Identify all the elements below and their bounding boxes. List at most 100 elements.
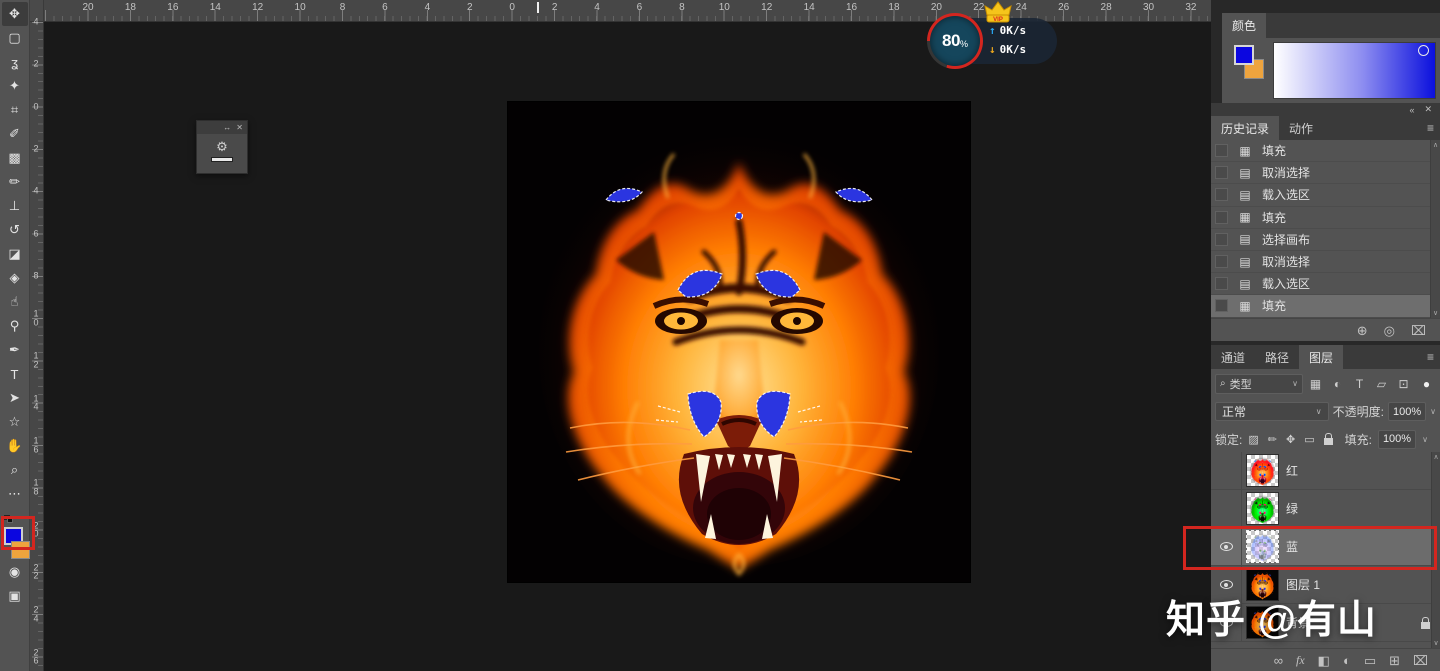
lock-all-icon[interactable] — [1323, 433, 1333, 445]
layer-visibility-toggle[interactable] — [1211, 490, 1242, 527]
scroll-down-icon[interactable]: ∨ — [1433, 639, 1438, 647]
document-canvas[interactable] — [508, 102, 970, 582]
adjustment-layer-icon[interactable]: ◐ — [1343, 654, 1351, 667]
history-state-row[interactable]: ▤ 取消选择 — [1211, 251, 1430, 274]
history-source-checkbox[interactable] — [1215, 188, 1228, 202]
lock-position-icon[interactable]: ✥ — [1286, 433, 1295, 446]
lock-image-pixels-icon[interactable]: ✏ — [1268, 433, 1277, 446]
history-state-row[interactable]: ▤ 选择画布 — [1211, 229, 1430, 251]
lock-transparent-pixels-icon[interactable]: ▨ — [1248, 433, 1258, 446]
path-selection-tool[interactable]: ➤ — [2, 386, 28, 410]
new-document-from-state-icon[interactable]: ⊕ — [1357, 324, 1368, 337]
filter-shape-icon[interactable]: ▱ — [1372, 377, 1391, 391]
marquee-tool[interactable]: ▢ — [2, 26, 28, 50]
crop-tool[interactable]: ⌗ — [2, 98, 28, 122]
history-source-checkbox[interactable] — [1215, 210, 1228, 224]
filter-toggle-icon[interactable]: ● — [1417, 377, 1436, 391]
layer-group-icon[interactable]: ▭ — [1364, 654, 1376, 667]
lock-artboard-icon[interactable]: ▭ — [1304, 433, 1314, 446]
layer-thumbnail[interactable] — [1246, 530, 1279, 563]
layer-name[interactable]: 红 — [1286, 462, 1298, 479]
scroll-up-icon[interactable]: ∧ — [1433, 141, 1438, 149]
vip-crown-icon[interactable]: VIP — [984, 1, 1012, 27]
history-source-checkbox[interactable] — [1215, 232, 1228, 246]
tab-channels[interactable]: 通道 — [1211, 345, 1255, 369]
scroll-up-icon[interactable]: ∧ — [1433, 453, 1438, 461]
layer-effects-icon[interactable]: fx — [1296, 654, 1305, 666]
delete-layer-icon[interactable]: ⌧ — [1413, 654, 1428, 667]
gradient-tool[interactable]: ◈ — [2, 266, 28, 290]
color-picker-ring[interactable] — [1418, 45, 1429, 56]
custom-shape-tool[interactable]: ☆ — [2, 410, 28, 434]
history-state-row[interactable]: ▤ 载入选区 — [1211, 273, 1430, 296]
history-scrollbar[interactable]: ∧ ∨ — [1430, 140, 1440, 318]
layer-visibility-toggle[interactable] — [1211, 528, 1242, 565]
history-state-row[interactable]: ▤ 载入选区 — [1211, 184, 1430, 207]
new-snapshot-icon[interactable]: ◎ — [1384, 324, 1395, 337]
lasso-tool[interactable]: ʓ — [2, 50, 28, 74]
tab-color[interactable]: 颜色 — [1222, 13, 1267, 38]
brush-tool[interactable]: ✏ — [2, 170, 28, 194]
eraser-tool[interactable]: ◪ — [2, 242, 28, 266]
filter-type-icon[interactable]: T — [1350, 377, 1369, 391]
history-state-row[interactable]: ▦ 填充 — [1211, 207, 1430, 229]
background-color-swatch[interactable] — [10, 541, 30, 559]
screen-mode-button[interactable]: ▣ — [2, 584, 28, 608]
floating-mini-panel[interactable]: ↔ ✕ ⚙ — [196, 120, 248, 174]
quick-mask-button[interactable]: ◉ — [2, 560, 28, 584]
layers-panel-menu-icon[interactable]: ≡ — [1427, 350, 1434, 364]
mini-panel-collapse-icon[interactable]: ↔ — [223, 123, 231, 132]
filter-adjustment-icon[interactable]: ◐ — [1328, 377, 1347, 391]
link-layers-icon[interactable]: ∞ — [1274, 654, 1283, 667]
type-tool[interactable]: T — [2, 362, 28, 386]
quick-selection-tool[interactable]: ✦ — [2, 74, 28, 98]
layer-name[interactable]: 蓝 — [1286, 538, 1298, 555]
history-source-checkbox[interactable] — [1215, 255, 1228, 269]
color-saturation-gradient[interactable] — [1273, 42, 1436, 99]
history-source-checkbox[interactable] — [1215, 277, 1228, 291]
layer-filter-dropdown[interactable]: ⌕ 类型 ∨ — [1215, 373, 1303, 394]
healing-brush-tool[interactable]: ▩ — [2, 146, 28, 170]
hand-tool[interactable]: ✋ — [2, 434, 28, 458]
pen-tool[interactable]: ✒ — [2, 338, 28, 362]
history-source-checkbox[interactable] — [1215, 166, 1228, 180]
fill-input[interactable]: 100% — [1377, 429, 1417, 449]
zoom-progress-circle[interactable]: 80 % — [927, 13, 983, 69]
mini-panel-gear-icon[interactable]: ⚙ — [216, 140, 228, 153]
canvas-pasteboard[interactable]: ↔ ✕ ⚙ — [44, 22, 1211, 671]
mini-panel-close-icon[interactable]: ✕ — [236, 123, 243, 132]
more-tools[interactable]: ⋯ — [2, 482, 28, 506]
dodge-tool[interactable]: ⚲ — [2, 314, 28, 338]
layer-thumbnail[interactable] — [1246, 454, 1279, 487]
layer-thumbnail[interactable] — [1246, 492, 1279, 525]
panel-collapse-icon[interactable]: « — [1409, 105, 1414, 115]
layer-row[interactable]: 红 — [1211, 452, 1440, 490]
panel-close-icon[interactable]: ✕ — [1424, 104, 1432, 115]
history-state-row[interactable]: ▤ 取消选择 — [1211, 162, 1430, 185]
default-colors-icon[interactable] — [3, 515, 14, 523]
tab-layers[interactable]: 图层 — [1299, 345, 1344, 369]
clone-stamp-tool[interactable]: ⊥ — [2, 194, 28, 218]
history-source-checkbox[interactable] — [1215, 299, 1228, 313]
color-panel-foreground-swatch[interactable] — [1234, 45, 1254, 65]
chevron-down-icon[interactable]: ∨ — [1422, 435, 1428, 444]
scroll-down-icon[interactable]: ∨ — [1433, 309, 1438, 317]
layer-row[interactable]: 蓝 — [1211, 528, 1440, 566]
history-panel-menu-icon[interactable]: ≡ — [1427, 121, 1434, 135]
history-source-checkbox[interactable] — [1215, 144, 1228, 158]
history-state-row[interactable]: ▦ 填充 — [1211, 140, 1430, 163]
blend-mode-dropdown[interactable]: 正常 ∨ — [1215, 402, 1329, 421]
smudge-tool[interactable]: ☝ — [2, 290, 28, 314]
tab-paths[interactable]: 路径 — [1255, 345, 1299, 369]
zoom-tool[interactable]: ⌕ — [2, 458, 28, 482]
layer-row[interactable]: 绿 — [1211, 490, 1440, 528]
filter-smart-object-icon[interactable]: ⊡ — [1394, 377, 1413, 391]
layer-mask-icon[interactable]: ◧ — [1318, 654, 1330, 667]
history-state-row[interactable]: ▦ 填充 — [1211, 295, 1430, 318]
chevron-down-icon[interactable]: ∨ — [1430, 407, 1436, 416]
vertical-ruler[interactable]: 4 2 0 2 4 6 8 1 0 1 2 1 4 1 6 1 8 2 0 2 2 2 4 2 6 — [30, 17, 44, 671]
screen-overlay-widget[interactable]: 80 % ↑ 0K/s ↓ 0K/s VIP — [927, 1, 1057, 72]
opacity-input[interactable]: 100% — [1388, 402, 1427, 421]
layer-visibility-toggle[interactable] — [1211, 452, 1242, 489]
filter-pixel-icon[interactable]: ▦ — [1306, 377, 1325, 391]
